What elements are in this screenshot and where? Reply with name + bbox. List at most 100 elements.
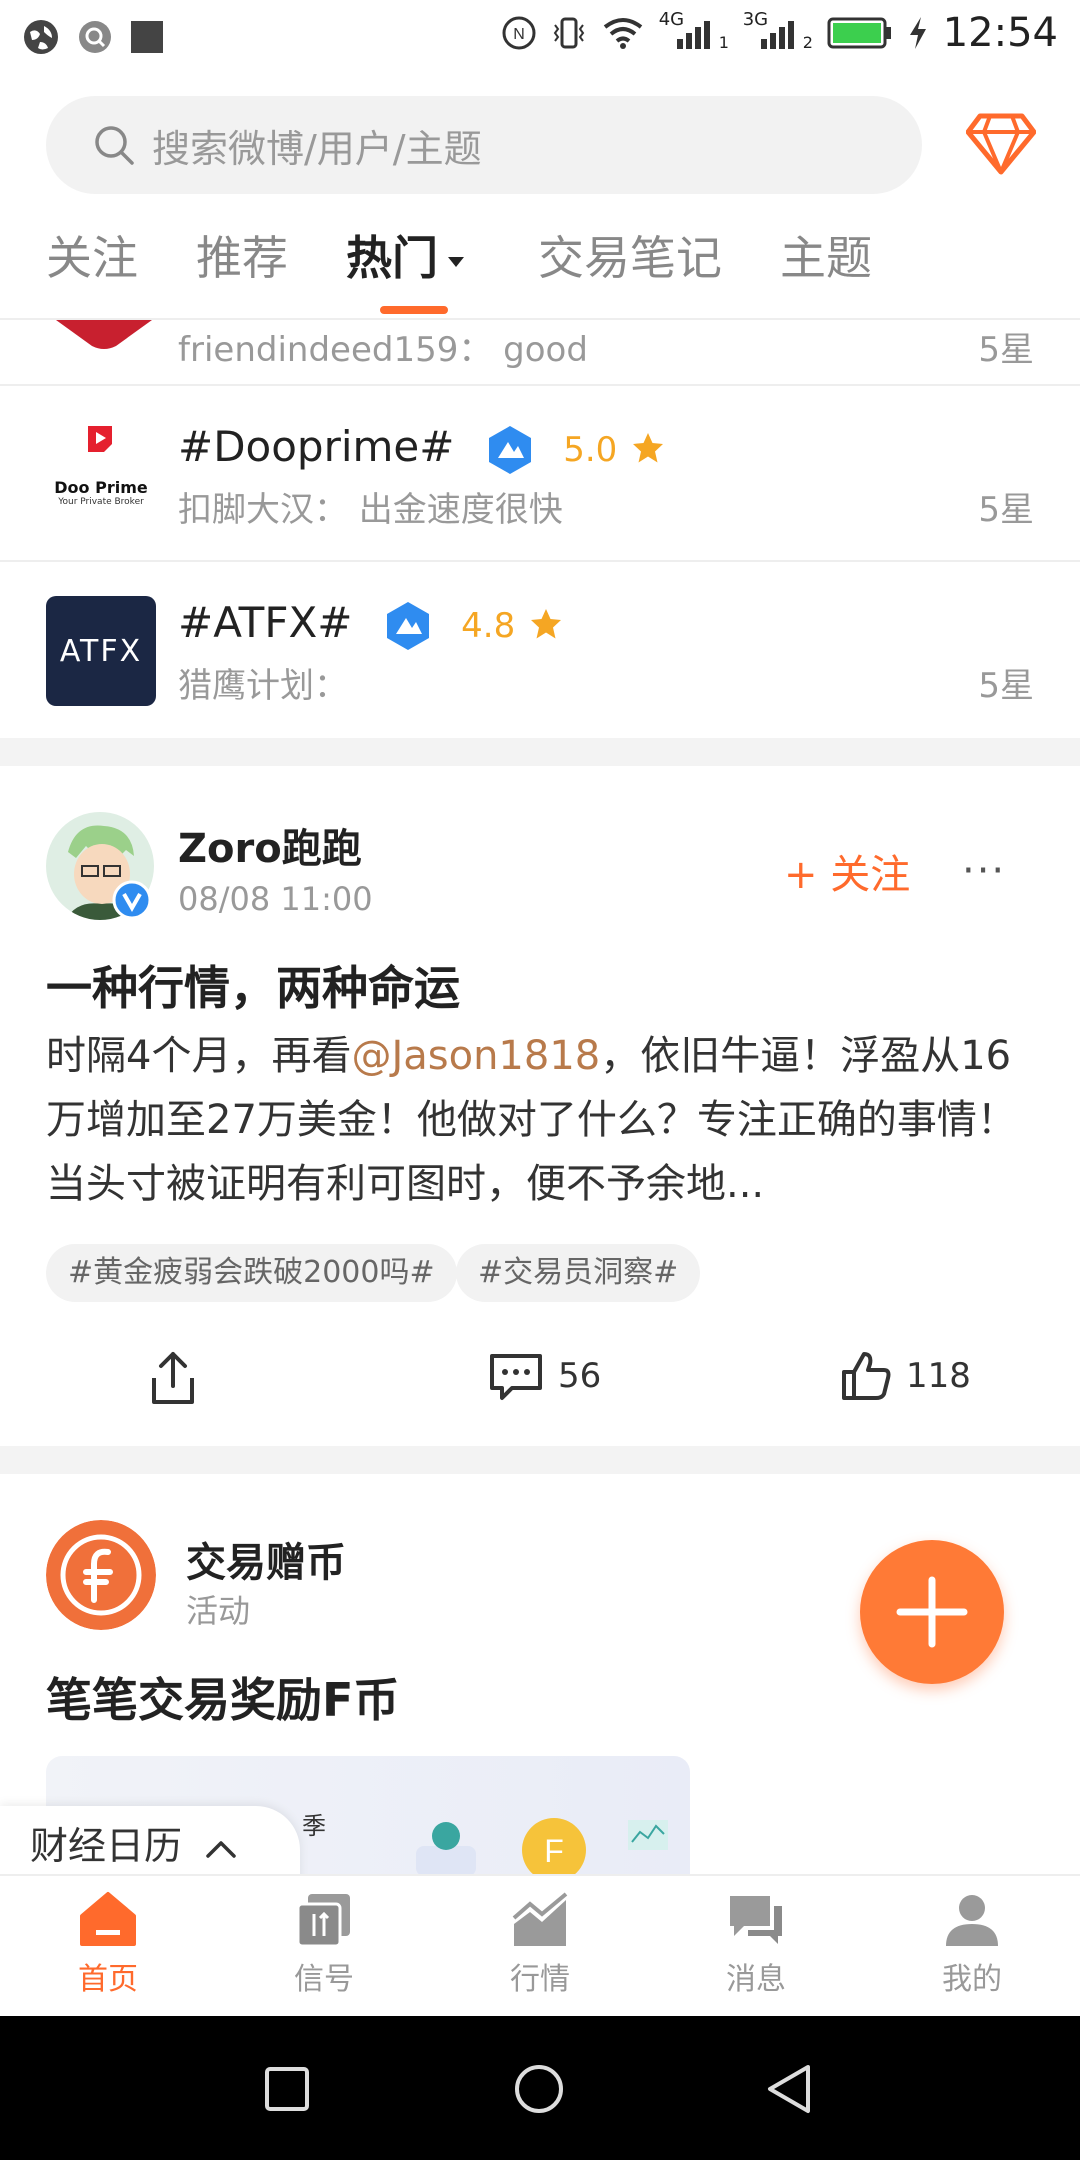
share-button[interactable] (148, 1350, 198, 1406)
feed-tabs: 关注 推荐 热门 交易笔记 主题 (0, 222, 1080, 318)
broker-star-level: 5星 (978, 666, 1034, 706)
signal-2-icon (760, 21, 794, 49)
caret-down-icon (448, 256, 464, 267)
recent-apps-icon[interactable] (262, 2064, 312, 2114)
broker-comment: friendindeed159： good (178, 330, 588, 370)
follow-label: 关注 (830, 852, 911, 898)
like-count: 118 (906, 1356, 971, 1396)
follow-button[interactable]: + 关注 (784, 842, 910, 900)
sim-1-label: 1 (718, 33, 729, 52)
tab-hot[interactable]: 热门 (346, 222, 466, 288)
banner-robot-icon (416, 1822, 476, 1876)
like-button[interactable]: 118 (840, 1350, 971, 1402)
home-button-icon[interactable] (512, 2062, 566, 2116)
tab-topics[interactable]: 主题 (780, 222, 872, 288)
broker-rating: 5.0 (563, 430, 618, 470)
chevron-up-icon (206, 1840, 236, 1858)
star-icon (530, 609, 561, 639)
activity-name[interactable]: 交易赠币 (186, 1530, 346, 1588)
diamond-icon[interactable] (966, 112, 1036, 176)
activity-type: 活动 (186, 1592, 251, 1630)
dooprime-mark-icon (88, 426, 112, 452)
search-icon (95, 126, 134, 165)
broker-row[interactable]: ATFX #ATFX# 4.8 猎鹰计划： 5星 (0, 562, 1080, 738)
topic-tag[interactable]: #交易员洞察# (456, 1244, 701, 1302)
nav-home-label: 首页 (78, 1962, 138, 1997)
comment-button[interactable]: 56 (488, 1350, 601, 1402)
tab-trade-notes[interactable]: 交易笔记 (538, 222, 722, 288)
broker-row[interactable]: friendindeed159： good 5星 (0, 320, 1080, 386)
dooprime-logo: Doo Prime Your Private Broker (46, 418, 156, 528)
nav-messages-label: 消息 (726, 1962, 786, 1997)
image-app-icon (131, 21, 163, 53)
broker-star-level: 5星 (978, 330, 1034, 370)
broker-name: #ATFX# (178, 598, 353, 647)
home-icon (80, 1892, 136, 1946)
nav-messages[interactable]: 消息 (648, 1890, 864, 1998)
broker-logo-partial (56, 320, 152, 349)
comment-count: 56 (558, 1356, 602, 1396)
plus-icon: + (784, 852, 818, 898)
vibrate-icon (553, 17, 584, 49)
active-tab-indicator (380, 306, 448, 314)
clock: 12:54 (942, 10, 1058, 56)
topic-tag[interactable]: #黄金疲弱会跌破2000吗# (46, 1244, 457, 1302)
post-author[interactable]: Zoro跑跑 (178, 816, 362, 874)
star-icon (632, 433, 663, 463)
bottom-nav: 首页 信号 行情 消息 我的 (0, 1874, 1080, 2016)
banner-text: 季 (302, 1812, 326, 1840)
tab-follow[interactable]: 关注 (46, 222, 138, 288)
broker-star-level: 5星 (978, 490, 1034, 530)
post-body-text: 时隔4个月，再看 (46, 1033, 352, 1079)
user-icon (946, 1895, 998, 1946)
nav-profile[interactable]: 我的 (864, 1890, 1080, 1998)
nfc-icon: N (502, 16, 536, 50)
tab-recommend[interactable]: 推荐 (196, 222, 288, 288)
nav-market-label: 行情 (510, 1962, 570, 1997)
activity-coin-icon[interactable] (46, 1520, 156, 1630)
globe-icon (24, 20, 58, 54)
dooprime-logo-text: Doo Prime (54, 478, 148, 497)
calendar-label: 财经日历 (30, 1824, 183, 1868)
dooprime-tagline: Your Private Broker (58, 497, 144, 507)
section-separator (0, 1446, 1080, 1474)
post-title[interactable]: 一种行情，两种命运 (46, 952, 460, 1018)
post-body[interactable]: 时隔4个月，再看@Jason1818，依旧牛逼！浮盈从16万增加至27万美金！他… (46, 1024, 1036, 1216)
status-bar: N 4G 1 3G 2 12:54 (0, 0, 1080, 72)
post-time: 08/08 11:00 (178, 880, 373, 918)
user-mention[interactable]: @Jason1818 (351, 1033, 600, 1079)
back-icon[interactable] (764, 2062, 814, 2116)
banner-chart-icon (628, 1820, 668, 1850)
search-input[interactable]: 搜索微博/用户/主题 (46, 96, 922, 194)
charging-icon (909, 17, 926, 49)
broker-comment: 扣脚大汉： 出金速度很快 (178, 490, 563, 530)
verified-broker-icon (386, 601, 429, 650)
search-app-icon (79, 21, 111, 53)
broker-row[interactable]: Doo Prime Your Private Broker #Dooprime#… (0, 386, 1080, 562)
battery-icon (827, 17, 891, 49)
tab-hot-label: 热门 (346, 231, 438, 285)
svg-text:F: F (544, 1833, 564, 1869)
broker-comment: 猎鹰计划： (178, 666, 348, 706)
system-nav-bar (0, 2016, 1080, 2160)
signal-copy-icon (296, 1894, 350, 1948)
more-options-button[interactable]: ··· (962, 848, 1006, 894)
activity-title[interactable]: 笔笔交易奖励F币 (46, 1664, 399, 1730)
plus-icon (896, 1576, 968, 1648)
search-placeholder: 搜索微博/用户/主题 (152, 126, 482, 171)
broker-rating: 4.8 (461, 606, 516, 646)
atfx-logo-text: ATFX (59, 633, 143, 669)
chat-icon (730, 1896, 782, 1944)
nav-profile-label: 我的 (942, 1962, 1002, 1997)
section-separator (0, 738, 1080, 766)
nav-signal[interactable]: 信号 (216, 1890, 432, 1998)
svg-text:N: N (513, 26, 525, 43)
market-chart-icon (512, 1892, 568, 1946)
nav-market[interactable]: 行情 (432, 1890, 648, 1998)
share-icon (152, 1352, 194, 1404)
create-post-button[interactable] (860, 1540, 1004, 1684)
atfx-logo: ATFX (46, 596, 156, 706)
broker-name-row: #Dooprime# 5.0 (178, 422, 665, 476)
banner-coin-icon: F (522, 1818, 586, 1876)
nav-home[interactable]: 首页 (0, 1890, 216, 1998)
